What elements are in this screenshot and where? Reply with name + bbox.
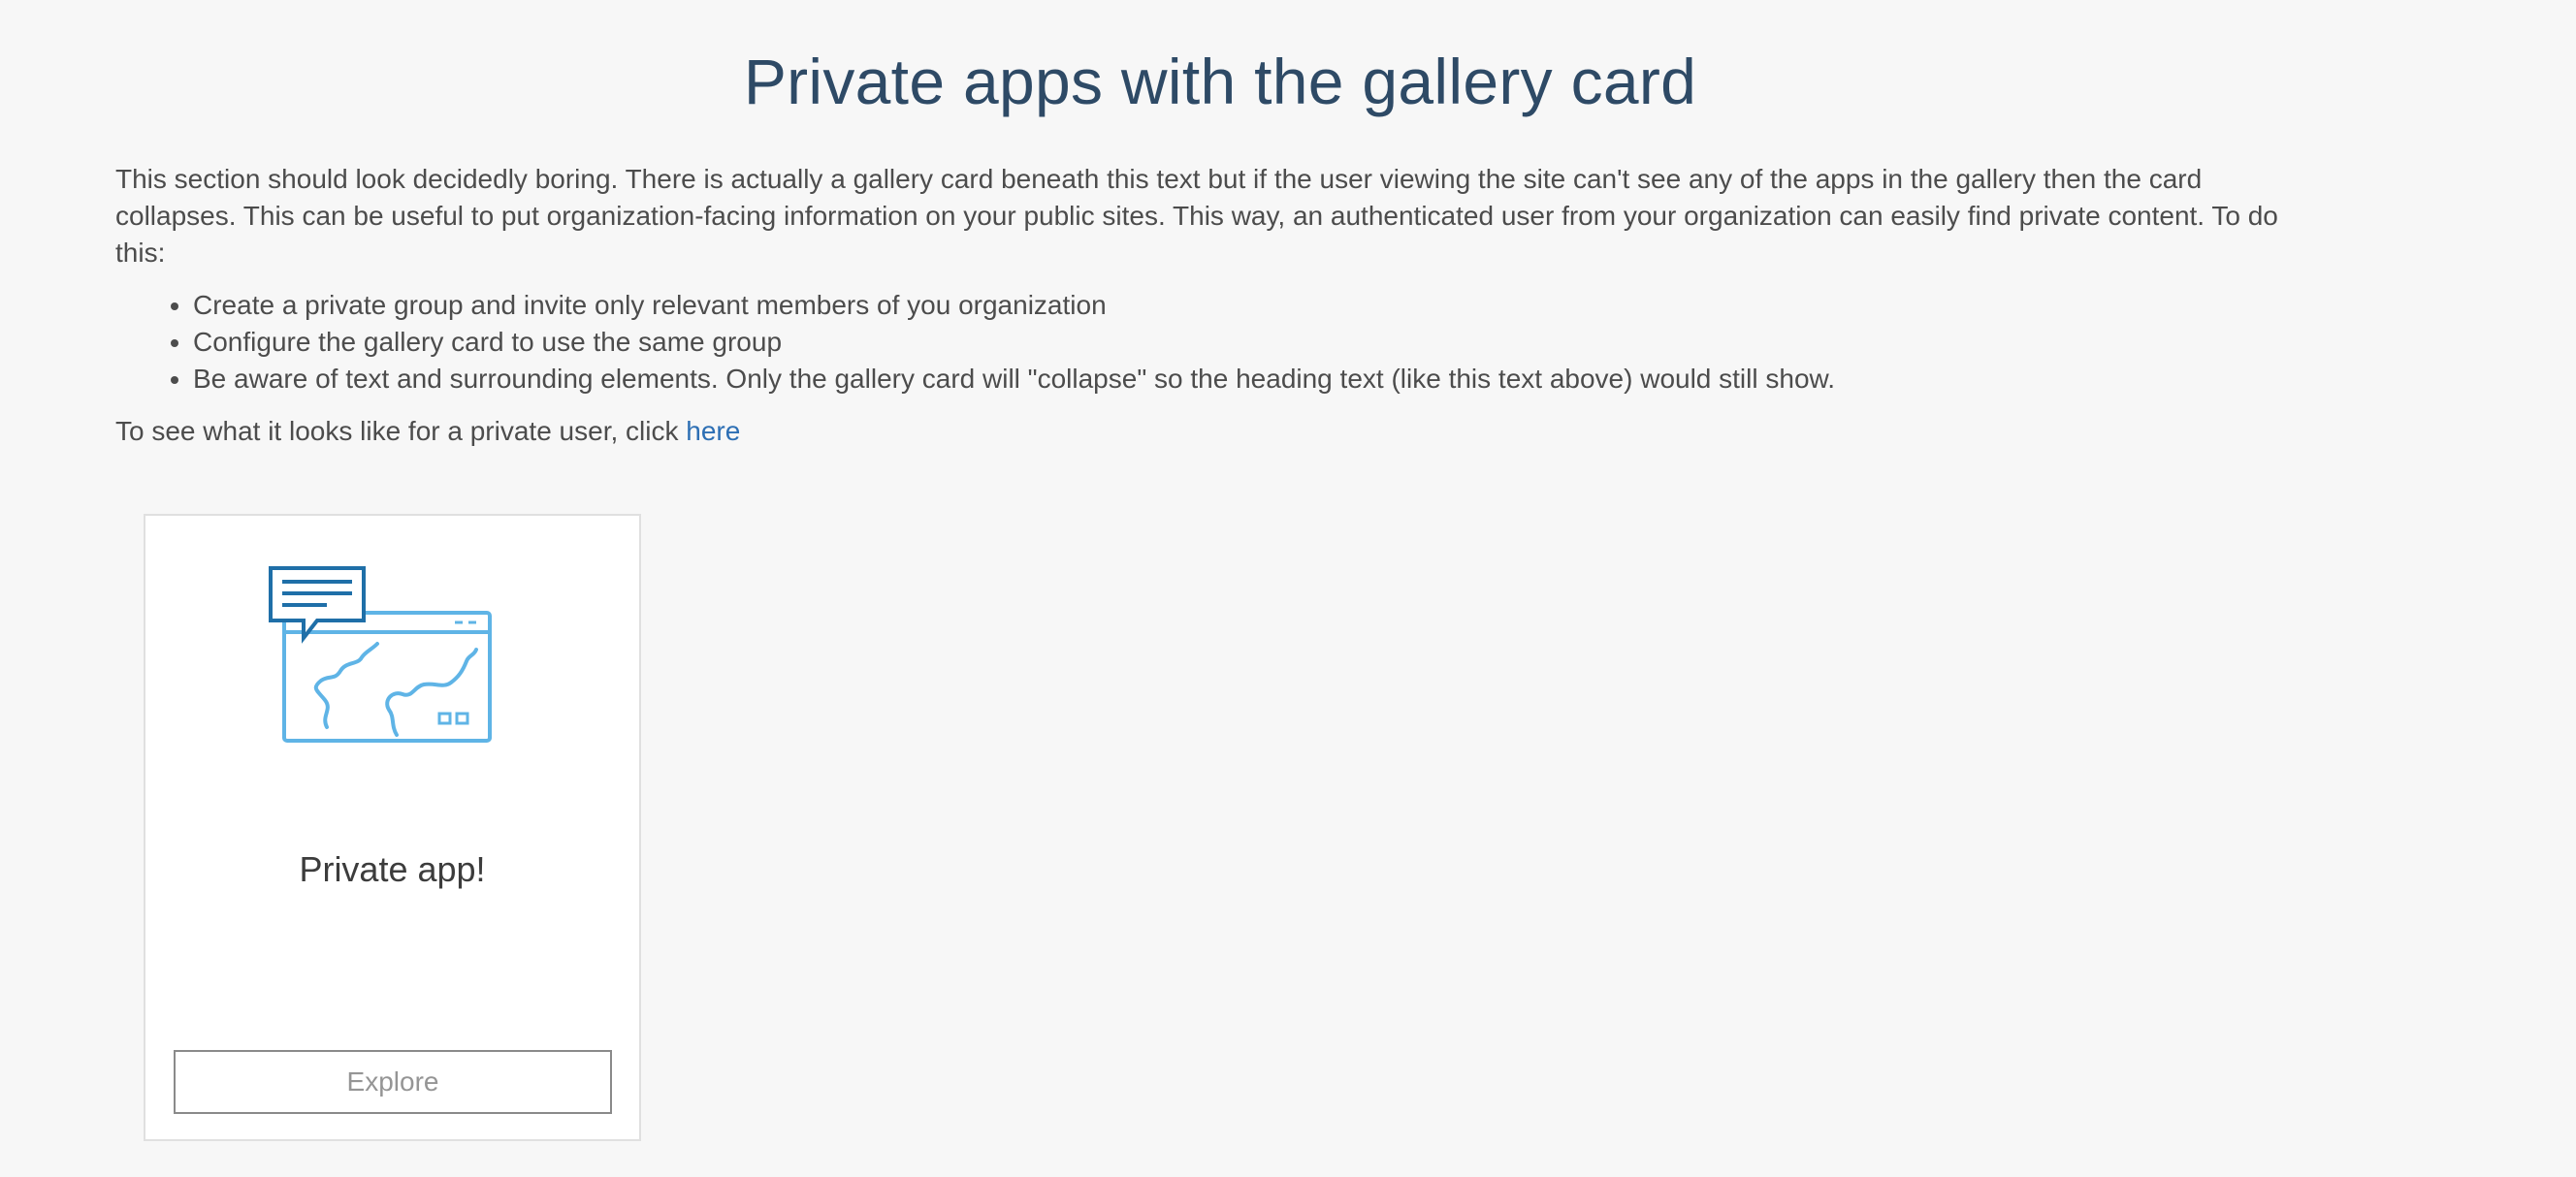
- private-user-paragraph: To see what it looks like for a private …: [115, 413, 2317, 450]
- card-title: Private app!: [299, 849, 486, 889]
- explore-button[interactable]: Explore: [174, 1050, 612, 1114]
- here-link[interactable]: here: [686, 416, 740, 446]
- gallery-card: Private app! Explore: [144, 514, 641, 1141]
- list-item: Be aware of text and surrounding element…: [193, 361, 2317, 398]
- section-content: This section should look decidedly borin…: [115, 161, 2317, 450]
- steps-list: Create a private group and invite only r…: [115, 287, 2317, 398]
- map-app-with-chat-bubble-icon: [269, 566, 492, 743]
- intro-paragraph: This section should look decidedly borin…: [115, 164, 2278, 268]
- page-title: Private apps with the gallery card: [743, 46, 1697, 117]
- list-item: Configure the gallery card to use the sa…: [193, 324, 2317, 361]
- page: Private apps with the gallery card This …: [0, 0, 2576, 1177]
- private-user-text: To see what it looks like for a private …: [115, 416, 687, 446]
- list-item: Create a private group and invite only r…: [193, 287, 2317, 324]
